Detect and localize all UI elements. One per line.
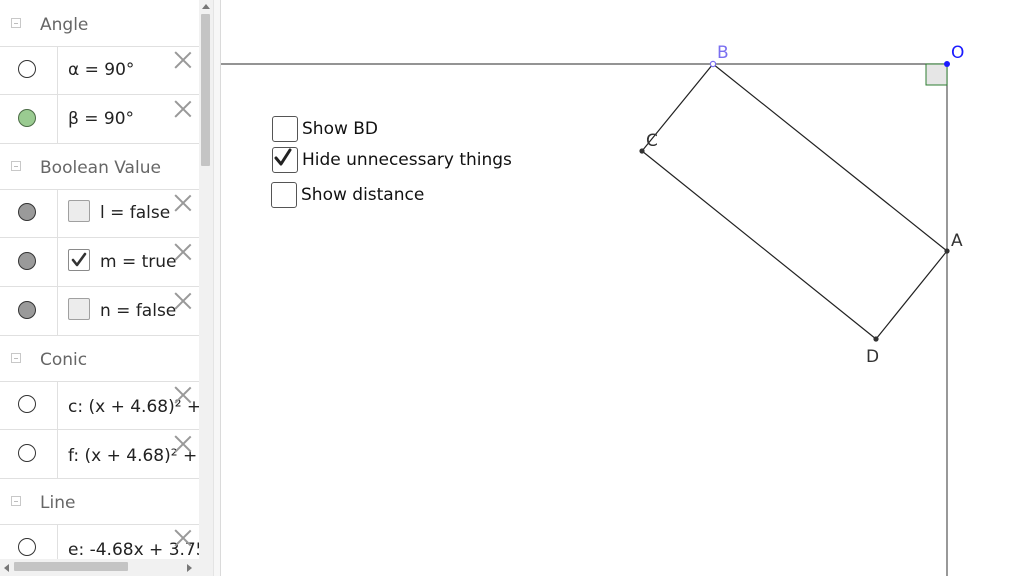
collapse-icon[interactable] — [11, 496, 21, 506]
category-angle[interactable]: Angle — [0, 2, 199, 47]
scroll-up-icon[interactable] — [202, 4, 210, 9]
point-label-o: O — [951, 43, 964, 63]
algebra-definition[interactable]: n = false — [100, 301, 176, 321]
visibility-toggle-icon[interactable] — [18, 538, 36, 556]
delete-icon[interactable] — [174, 435, 192, 453]
algebra-row-c[interactable]: c: (x + 4.68)² + (y − 3.75)² = 4.17 — [0, 381, 199, 430]
algebra-row-l[interactable]: l = false — [0, 189, 199, 238]
point-d[interactable] — [873, 336, 879, 342]
delete-icon[interactable] — [174, 100, 192, 118]
delete-icon[interactable] — [174, 243, 192, 261]
graphics-canvas[interactable]: B O A D C — [221, 0, 1032, 576]
point-label-c: C — [646, 131, 658, 151]
scroll-right-icon[interactable] — [187, 564, 192, 572]
checkbox-box[interactable] — [271, 182, 297, 208]
delete-icon[interactable] — [174, 292, 192, 310]
boolean-checkbox-n[interactable] — [68, 298, 90, 320]
delete-icon[interactable] — [174, 194, 192, 212]
point-label-d: D — [866, 347, 879, 367]
point-a[interactable] — [944, 248, 950, 254]
graphics-view[interactable]: B O A D C Show BD Hide unnecessary thing… — [221, 0, 1032, 576]
category-label: Boolean Value — [40, 158, 161, 178]
checkmark-icon — [274, 148, 292, 166]
algebra-row-alpha[interactable]: α = 90° — [0, 46, 199, 95]
checkbox-label[interactable]: Show BD — [302, 119, 378, 139]
collapse-icon[interactable] — [11, 18, 21, 28]
checkmark-icon — [71, 252, 87, 267]
checkbox-show-distance[interactable]: Show distance — [271, 182, 424, 208]
point-label-a: A — [951, 231, 963, 251]
algebra-horizontal-scrollbar[interactable] — [0, 559, 199, 576]
boolean-checkbox-l[interactable] — [68, 200, 90, 222]
visibility-toggle-icon[interactable] — [18, 109, 36, 127]
algebra-row-f[interactable]: f: (x + 4.68)² + (y − 3.75)² = 4.17 — [0, 430, 199, 479]
visibility-toggle-icon[interactable] — [18, 203, 36, 221]
checkbox-label[interactable]: Hide unnecessary things — [302, 150, 512, 170]
checkbox-box[interactable] — [272, 116, 298, 142]
category-label: Line — [40, 493, 76, 513]
visibility-toggle-icon[interactable] — [18, 60, 36, 78]
rectangle-polygon[interactable] — [641, 63, 948, 340]
category-label: Conic — [40, 350, 88, 370]
checkbox-hide-unnecessary[interactable]: Hide unnecessary things — [272, 147, 512, 173]
visibility-toggle-icon[interactable] — [18, 395, 36, 413]
delete-icon[interactable] — [174, 386, 192, 404]
algebra-row-n[interactable]: n = false — [0, 287, 199, 336]
visibility-toggle-icon[interactable] — [18, 252, 36, 270]
algebra-row-m[interactable]: m = true — [0, 238, 199, 287]
scroll-left-icon[interactable] — [4, 564, 9, 572]
view-splitter[interactable] — [213, 0, 221, 576]
boolean-checkbox-m[interactable] — [68, 249, 90, 271]
algebra-definition[interactable]: l = false — [100, 203, 176, 223]
delete-icon[interactable] — [174, 51, 192, 69]
checkbox-label[interactable]: Show distance — [301, 185, 424, 205]
category-line[interactable]: Line — [0, 480, 199, 525]
category-label: Angle — [40, 15, 89, 35]
right-angle-marker[interactable] — [925, 63, 948, 86]
point-c[interactable] — [639, 148, 645, 154]
collapse-icon[interactable] — [11, 161, 21, 171]
point-label-b: B — [717, 43, 729, 63]
algebra-view: Angle α = 90° β = 90° Boolean Value l = … — [0, 0, 199, 576]
point-o[interactable] — [944, 61, 950, 67]
algebra-vertical-scrollbar[interactable] — [199, 0, 213, 576]
scroll-thumb[interactable] — [201, 14, 210, 166]
collapse-icon[interactable] — [11, 353, 21, 363]
delete-icon[interactable] — [174, 529, 192, 547]
visibility-toggle-icon[interactable] — [18, 444, 36, 462]
algebra-definition[interactable]: m = true — [100, 252, 176, 272]
algebra-row-beta[interactable]: β = 90° — [0, 95, 199, 144]
visibility-toggle-icon[interactable] — [18, 301, 36, 319]
category-boolean[interactable]: Boolean Value — [0, 145, 199, 190]
checkbox-show-bd[interactable]: Show BD — [272, 116, 378, 142]
checkbox-box[interactable] — [272, 147, 298, 173]
scroll-thumb[interactable] — [14, 562, 128, 571]
category-conic[interactable]: Conic — [0, 337, 199, 382]
point-b[interactable] — [709, 60, 717, 68]
